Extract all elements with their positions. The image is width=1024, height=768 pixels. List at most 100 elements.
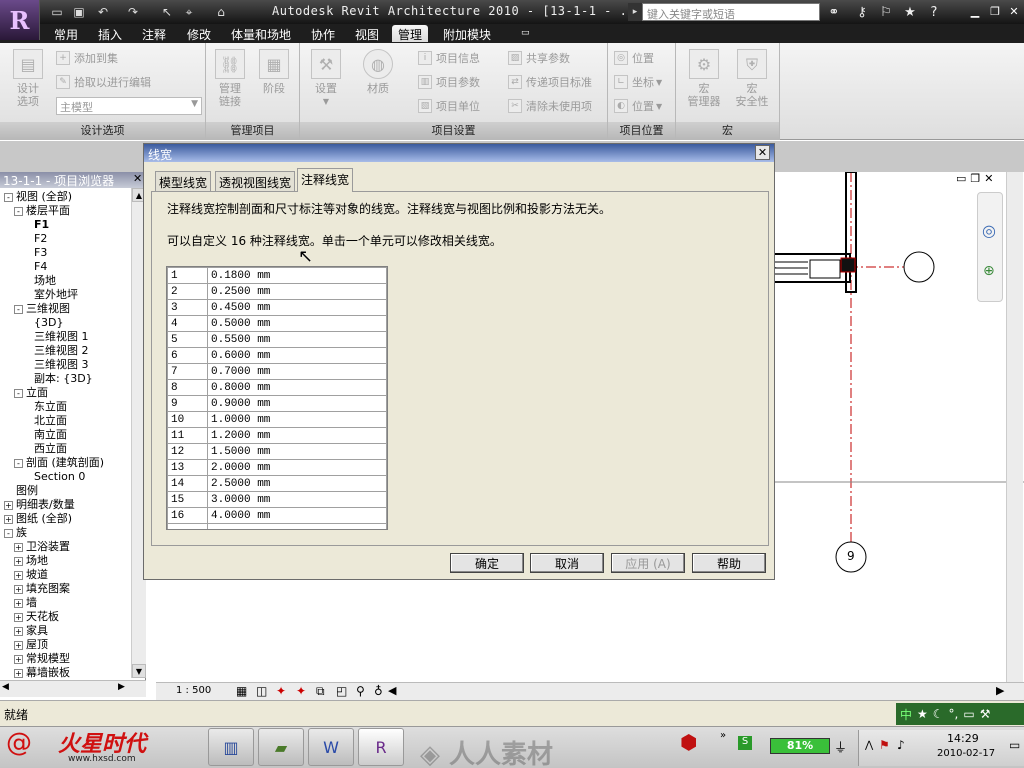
wrench-icon[interactable]: ⚒ <box>980 707 991 721</box>
tree-item[interactable]: + 填充图案 <box>14 582 132 596</box>
tree-item[interactable]: 东立面 <box>34 400 132 414</box>
tab-view[interactable]: 视图 <box>349 25 385 42</box>
tree-item[interactable]: + 墙 <box>14 596 132 610</box>
table-row[interactable]: 12 1.5000 mm <box>167 443 387 460</box>
taskbar-expand-icon[interactable]: » <box>720 730 726 741</box>
close-icon[interactable]: ✕ <box>984 172 993 188</box>
tree-item[interactable]: + 卫浴装置 <box>14 540 132 554</box>
show-desktop-icon[interactable]: ▭ <box>1009 738 1020 752</box>
expand-icon[interactable]: + <box>14 598 23 608</box>
moon-icon[interactable]: ☾ <box>933 707 944 721</box>
line-weight-value[interactable]: 2.5000 mm <box>207 475 387 492</box>
scroll-right-icon[interactable]: ▶ <box>118 682 125 692</box>
key-icon[interactable]: ⚷ <box>852 3 872 21</box>
tree-item[interactable]: F2 <box>34 232 132 246</box>
redo-icon[interactable]: ↷ <box>124 3 142 21</box>
line-weight-value[interactable]: 1.5000 mm <box>207 443 387 460</box>
phases-button[interactable]: ▦ 阶段 <box>256 49 292 95</box>
search-input[interactable]: 键入关键字或短语 <box>642 3 820 21</box>
expand-icon[interactable]: + <box>14 626 23 636</box>
table-row[interactable]: 9 0.9000 mm <box>167 395 387 412</box>
ime-toolbar[interactable]: 中 ★ ☾ °, ▭ ⚒ <box>896 703 1024 725</box>
line-weight-value[interactable]: 0.5500 mm <box>207 331 387 348</box>
tree-item[interactable]: - 三维视图 <box>14 302 132 316</box>
tab-insert[interactable]: 插入 <box>92 25 128 42</box>
line-weight-value[interactable]: 2.0000 mm <box>207 459 387 476</box>
close-button[interactable]: ✕ <box>1005 3 1023 20</box>
expand-icon[interactable]: + <box>14 570 23 580</box>
tree-item[interactable]: + 屋顶 <box>14 638 132 652</box>
tree-item[interactable]: 三维视图 2 <box>34 344 132 358</box>
line-weight-value[interactable]: 1.2000 mm <box>207 427 387 444</box>
sync-icon[interactable]: S <box>738 736 752 750</box>
lightbulb-icon[interactable]: ♁ <box>374 684 383 698</box>
line-weight-value[interactable]: 0.5000 mm <box>207 315 387 332</box>
dialog-close-button[interactable]: ✕ <box>755 145 770 160</box>
tree-item[interactable]: 北立面 <box>34 414 132 428</box>
table-row[interactable]: 16 4.0000 mm <box>167 507 387 524</box>
tree-item[interactable]: 场地 <box>34 274 132 288</box>
crop-region-icon[interactable]: ⧉ <box>316 684 325 699</box>
line-weight-value[interactable]: 0.8000 mm <box>207 379 387 396</box>
tree-item[interactable]: + 坡道 <box>14 568 132 582</box>
restore-icon[interactable]: ❐ <box>970 172 980 188</box>
project-browser-hscroll[interactable]: ◀ ▶ <box>0 680 146 697</box>
collapse-icon[interactable]: - <box>14 458 23 468</box>
design-options-button[interactable]: ▤ 设计 选项 <box>8 49 48 108</box>
project-info-button[interactable]: i 项目信息 <box>418 48 480 68</box>
apply-button[interactable]: 应用 (A) <box>611 553 685 573</box>
tab-annotate[interactable]: 注释 <box>136 25 172 42</box>
help-icon[interactable]: ? <box>924 3 944 21</box>
collapse-icon[interactable]: - <box>14 206 23 216</box>
table-row[interactable]: 4 0.5000 mm <box>167 315 387 332</box>
settings-button[interactable]: ⚒ 设置 ▼ <box>306 49 346 108</box>
view-scale[interactable]: 1 : 500 <box>176 685 211 696</box>
collapse-icon[interactable]: - <box>4 192 13 202</box>
visual-style-icon[interactable]: ◫ <box>256 684 267 698</box>
save-icon[interactable]: ▣ <box>70 3 88 21</box>
taskbar-app-2[interactable]: ▰ <box>258 728 304 766</box>
expand-icon[interactable]: + <box>14 668 23 678</box>
collapse-icon[interactable]: - <box>14 388 23 398</box>
binoculars-icon[interactable]: ⚭ <box>824 3 844 21</box>
table-row[interactable]: 2 0.2500 mm <box>167 283 387 300</box>
line-weight-value[interactable]: 0.6000 mm <box>207 347 387 364</box>
tree-item[interactable]: - 剖面 (建筑剖面) <box>14 456 132 470</box>
tree-item[interactable]: + 家具 <box>14 624 132 638</box>
table-row[interactable]: 5 0.5500 mm <box>167 331 387 348</box>
undo-icon[interactable]: ↶ <box>94 3 112 21</box>
taskbar-revit[interactable]: R <box>358 728 404 766</box>
tab-addins[interactable]: 附加模块 <box>437 25 497 42</box>
ok-button[interactable]: 确定 <box>450 553 524 573</box>
detail-level-icon[interactable]: ▦ <box>236 684 247 698</box>
expand-icon[interactable]: + <box>14 612 23 622</box>
macro-manager-button[interactable]: ⚙ 宏 管理器 <box>682 49 726 108</box>
tab-massing-site[interactable]: 体量和场地 <box>225 25 297 42</box>
tree-item[interactable]: - 立面 <box>14 386 132 400</box>
tree-item[interactable]: + 明细表/数量 <box>4 498 132 512</box>
tab-annotation-line-weights[interactable]: 注释线宽 <box>297 168 354 192</box>
scroll-left-icon[interactable]: ◀ <box>388 684 396 697</box>
tree-item[interactable]: F4 <box>34 260 132 274</box>
tree-item[interactable]: + 图纸 (全部) <box>4 512 132 526</box>
tree-item[interactable]: - 楼层平面 <box>14 204 132 218</box>
tree-item[interactable]: 室外地坪 <box>34 288 132 302</box>
ribbon-minimize-icon[interactable]: ▭ <box>515 27 536 44</box>
expand-icon[interactable]: + <box>4 514 13 524</box>
table-row[interactable]: 3 0.4500 mm <box>167 299 387 316</box>
table-row[interactable]: 15 3.0000 mm <box>167 491 387 508</box>
project-params-button[interactable]: ▥ 项目参数 <box>418 72 480 92</box>
tree-item[interactable]: {3D} <box>34 316 132 330</box>
scroll-right-icon[interactable]: ▶ <box>996 684 1004 697</box>
line-weight-value[interactable]: 1.0000 mm <box>207 411 387 428</box>
tab-perspective-line-weights[interactable]: 透视视图线宽 <box>215 171 296 191</box>
table-row[interactable]: 14 2.5000 mm <box>167 475 387 492</box>
taskbar-word[interactable]: W <box>308 728 354 766</box>
transfer-standards-button[interactable]: ⇄ 传递项目标准 <box>508 72 592 92</box>
show-crop-icon[interactable]: ◰ <box>336 684 347 698</box>
tree-item[interactable]: 南立面 <box>34 428 132 442</box>
network-icon[interactable]: ⚑ <box>879 738 890 752</box>
add-to-set-button[interactable]: + 添加到集 <box>56 48 118 68</box>
pick-to-edit-button[interactable]: ✎ 拾取以进行编辑 <box>56 72 151 92</box>
line-weight-value[interactable]: 0.4500 mm <box>207 299 387 316</box>
